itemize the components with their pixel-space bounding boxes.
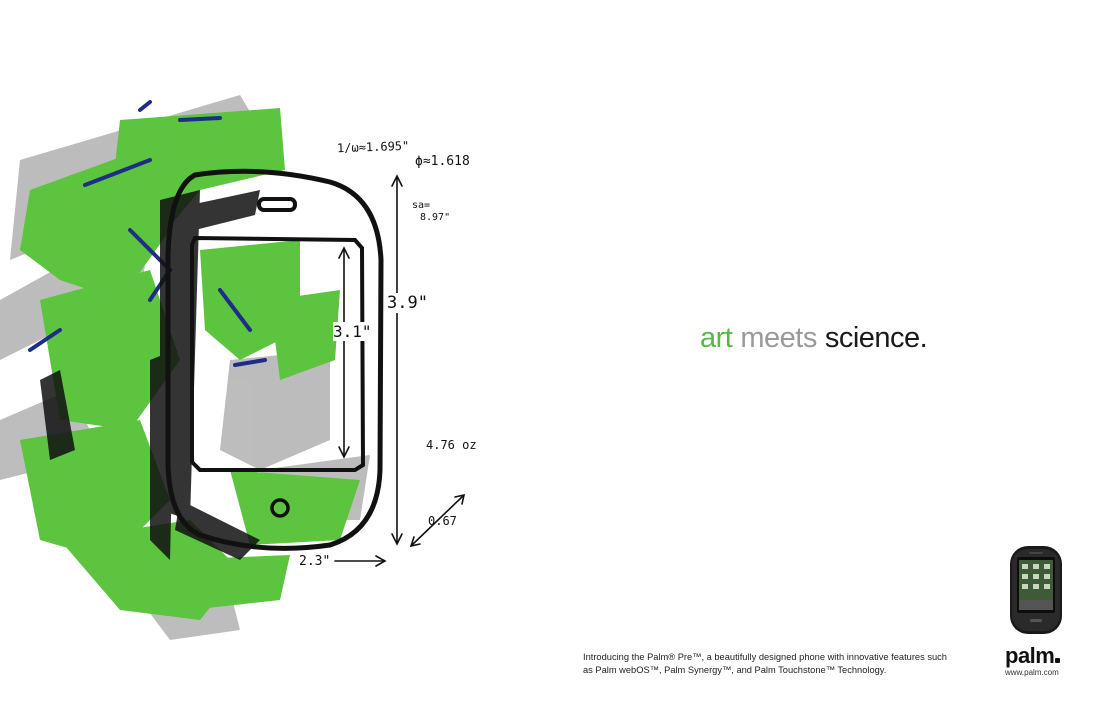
- annotation-phi: ϕ≈1.618: [415, 154, 470, 169]
- annotation-depth: 0.67: [428, 514, 457, 528]
- headline-word-science: science.: [824, 322, 928, 354]
- palm-logo-dot: [1055, 658, 1061, 663]
- annotation-weight: 4.76 oz: [426, 438, 477, 452]
- annotation-height: 3.9": [386, 293, 429, 313]
- annotation-sa-label: sa=: [412, 200, 431, 211]
- headline-word-meets: meets: [740, 322, 817, 354]
- annotation-omega: 1/ω≈1.695": [336, 138, 410, 156]
- body-copy-line-2: as Palm webOS™, Palm Synergy™, and Palm …: [583, 665, 887, 675]
- palm-pre-phone-image: [1010, 546, 1062, 634]
- body-copy: Introducing the Palm® Pre™, a beautifull…: [583, 651, 983, 677]
- body-copy-line-1: Introducing the Palm® Pre™, a beautifull…: [583, 652, 947, 662]
- headline: art meets science.: [700, 322, 928, 355]
- headline-word-art: art: [700, 322, 733, 354]
- palm-website-url: www.palm.com: [1005, 668, 1059, 677]
- annotation-screen: 3.1": [333, 322, 372, 341]
- painted-sketch-illustration: [0, 95, 466, 640]
- artwork-panel: 1/ω≈1.695" ϕ≈1.618 sa= 8.97" 3.9" 3.1" 4…: [0, 0, 560, 712]
- annotation-width: 2.3": [299, 554, 331, 569]
- annotation-sa-value: 8.97": [420, 212, 451, 223]
- palm-logo-text: palm: [1005, 643, 1055, 668]
- palm-logo: palm: [1005, 643, 1061, 669]
